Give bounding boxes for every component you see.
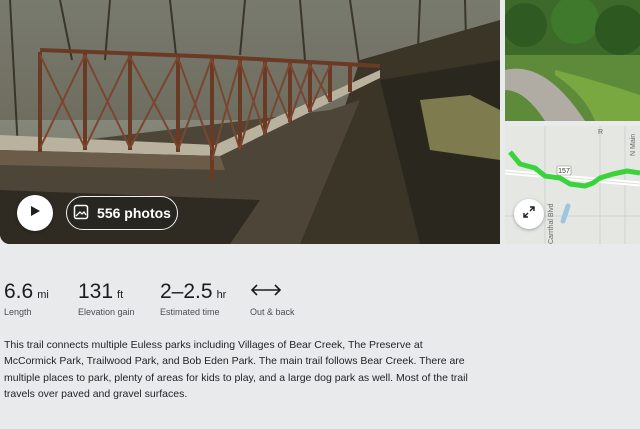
trail-description: This trail connects multiple Euless park… bbox=[4, 338, 468, 401]
map-road-name: Carrthal Blvd bbox=[548, 203, 555, 244]
stat-time-label: Estimated time bbox=[160, 307, 220, 317]
image-gallery-icon bbox=[73, 204, 89, 223]
stat-length-value: 6.6 bbox=[4, 280, 34, 303]
map-expand-button[interactable] bbox=[514, 199, 544, 229]
stat-length-unit: mi bbox=[37, 289, 49, 301]
stat-route-type-label: Out & back bbox=[250, 307, 295, 317]
out-and-back-arrow-icon bbox=[250, 283, 282, 302]
map-corner-label-r: R bbox=[598, 129, 603, 136]
stat-time-value: 2–2.5 bbox=[160, 280, 213, 303]
stat-elevation: 131 ft Elevation gain bbox=[78, 280, 135, 317]
play-button[interactable] bbox=[17, 195, 53, 231]
stat-length-label: Length bbox=[4, 307, 32, 317]
photos-count-label: 556 photos bbox=[97, 205, 171, 221]
stat-elevation-value: 131 bbox=[78, 280, 114, 303]
photo-gallery: 157 Carrthal Blvd N Main R 556 photos bbox=[0, 0, 640, 246]
expand-icon bbox=[522, 205, 536, 224]
stat-elevation-label: Elevation gain bbox=[78, 307, 135, 317]
stat-elevation-unit: ft bbox=[117, 289, 124, 301]
stat-length: 6.6 mi Length bbox=[4, 280, 49, 317]
stat-time: 2–2.5 hr Estimated time bbox=[160, 280, 226, 317]
stat-time-unit: hr bbox=[216, 289, 227, 301]
view-photos-button[interactable]: 556 photos bbox=[66, 196, 178, 230]
play-icon bbox=[29, 204, 41, 222]
side-path-photo[interactable] bbox=[505, 0, 640, 121]
map-corner-label-main: N Main bbox=[630, 134, 637, 156]
stat-route-type: Out & back bbox=[250, 280, 295, 317]
map-route-number: 157 bbox=[558, 168, 570, 175]
